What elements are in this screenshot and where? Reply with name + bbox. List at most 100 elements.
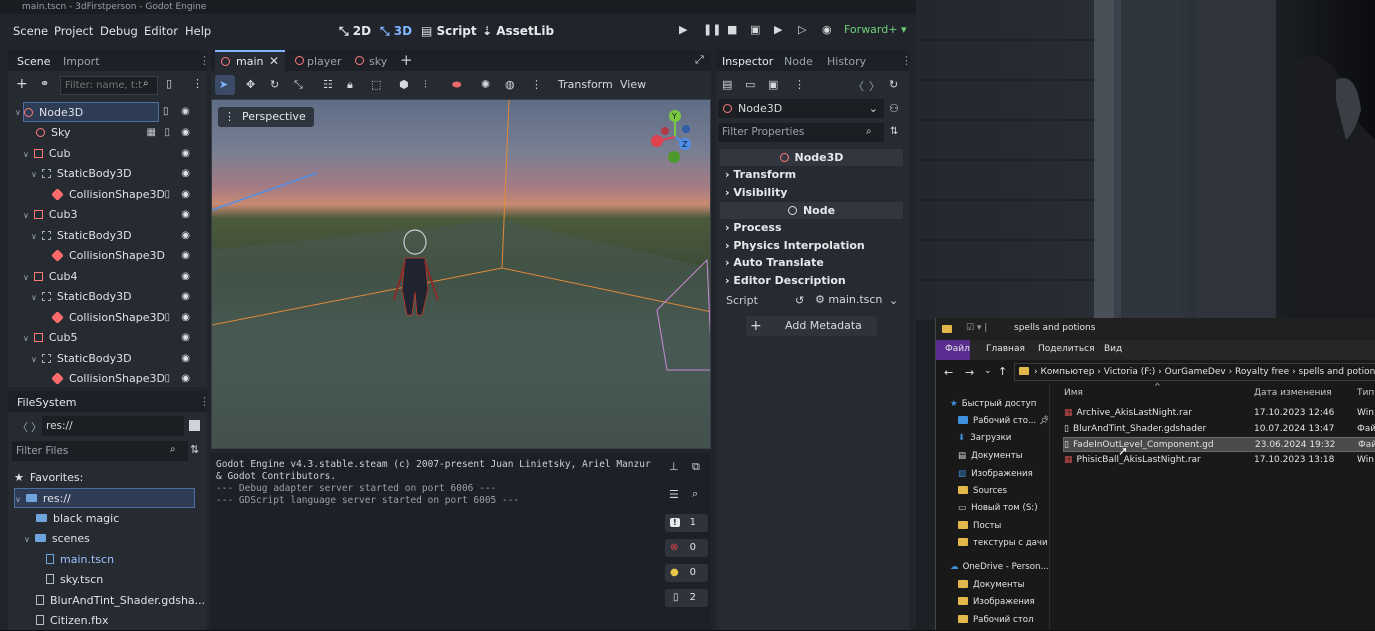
mode-assetlib-button[interactable]: ⇣ AssetLib (482, 24, 554, 38)
script-property-value[interactable]: ⚙ main.tscn (815, 293, 882, 306)
tree-row-node3d[interactable]: Node3D (23, 102, 159, 122)
up-arrow-icon[interactable]: ↑ (998, 365, 1007, 378)
back-arrow-icon[interactable]: ← (944, 366, 953, 379)
fs-item-sky-tscn[interactable]: sky.tscn (46, 570, 226, 590)
filter-files-input[interactable]: Filter Files (12, 441, 188, 461)
nav-sources[interactable]: Sources (958, 483, 1007, 500)
chevron-down-icon[interactable]: ∨ (31, 232, 37, 241)
filter-lines-icon[interactable]: ☰ (669, 488, 679, 501)
address-bar[interactable]: › Компьютер › Victoria (F:) › OurGameDev… (1014, 363, 1375, 381)
tab-filesystem[interactable]: FileSystem (17, 396, 76, 409)
object-selector[interactable]: Node3D ⌄ (718, 99, 884, 118)
warning-doc-icon[interactable]: ▯ (164, 185, 170, 205)
tree-row-collisionshape[interactable]: CollisionShape3D ▯ ◉ (51, 185, 196, 205)
menu-editor[interactable]: Editor (144, 24, 178, 38)
quick-access-toolbar[interactable]: ☑ ▾ | (966, 323, 987, 333)
revert-icon[interactable]: ↺ (795, 294, 804, 307)
new-resource-icon[interactable]: ▤ (722, 78, 732, 91)
tree-row-collisionshape[interactable]: CollisionShape3D ◉ (51, 246, 196, 266)
nav-od-desktop[interactable]: Рабочий стол (958, 612, 1033, 629)
chevron-down-icon[interactable]: ∨ (31, 293, 37, 302)
tree-row-cub3[interactable]: ∨ Cub3 ◉ (23, 205, 196, 225)
warning-doc-icon[interactable]: ▯ (164, 369, 170, 389)
save-icon[interactable]: ▣ (768, 78, 778, 91)
visibility-eye-icon[interactable]: ◉ (181, 349, 190, 369)
dock-menu-icon[interactable]: ⋮ (199, 395, 210, 408)
mode-3d-button[interactable]: ⤡ 3D (380, 24, 412, 39)
warnings-filter-button[interactable]: ● 0 (665, 564, 708, 582)
nav-desktop[interactable]: Рабочий сто... 📌︎ (958, 413, 1048, 430)
nav-od-documents[interactable]: Документы (958, 577, 1024, 594)
visibility-eye-icon[interactable]: ◉ (181, 267, 190, 287)
ribbon-share[interactable]: Поделиться (1038, 344, 1095, 354)
menu-help[interactable]: Help (185, 24, 211, 38)
close-icon[interactable]: ✕ (269, 54, 279, 68)
section-process[interactable]: › Process (725, 221, 782, 234)
tab-sky[interactable]: sky (369, 55, 387, 68)
tab-main[interactable]: main ✕ (215, 50, 285, 71)
back-arrow-icon[interactable]: 〈 (17, 419, 28, 435)
tree-row-collisionshape[interactable]: CollisionShape3D ▯ ◉ (51, 308, 196, 328)
search-icon[interactable]: ⌕ (692, 487, 698, 501)
tab-import[interactable]: Import (63, 55, 100, 68)
tree-row-cub[interactable]: ∨ Cub ◉ (23, 144, 196, 164)
column-name[interactable]: Имя (1064, 388, 1083, 398)
scale-tool-icon[interactable]: ⤡ (294, 78, 303, 92)
nav-volume-s[interactable]: ▭ Новый том (S:) (958, 500, 1038, 517)
nav-quick-access[interactable]: ★ Быстрый доступ (950, 396, 1036, 413)
fs-item-black-magic[interactable]: black magic (36, 509, 216, 529)
column-type[interactable]: Тип (1357, 388, 1374, 398)
add-metadata-button[interactable]: + Add Metadata (746, 316, 877, 336)
add-tab-icon[interactable]: + (400, 51, 413, 69)
column-date[interactable]: Дата изменения (1254, 388, 1332, 398)
history-forward-icon[interactable]: 〉 (869, 78, 880, 94)
group-icon[interactable]: ⬚ (371, 78, 381, 91)
chevron-down-icon[interactable]: ∨ (23, 150, 29, 159)
breadcrumb-item[interactable]: Компьютер (1040, 367, 1094, 377)
scene-menu-icon[interactable]: ⋮ (192, 77, 203, 90)
remote-debug-icon[interactable]: ▣ (750, 23, 760, 36)
preview-env-icon[interactable]: ⬬ (452, 78, 461, 92)
mode-script-button[interactable]: ▤ Script (421, 24, 477, 38)
recent-dropdown-icon[interactable]: ⌄ (984, 366, 992, 376)
visibility-eye-icon[interactable]: ◉ (181, 123, 190, 143)
copy-icon[interactable]: ⧉ (692, 460, 700, 474)
menu-debug[interactable]: Debug (100, 24, 138, 38)
visibility-eye-icon[interactable]: ◉ (181, 369, 190, 389)
sun-icon[interactable]: ✺ (481, 78, 490, 91)
favorites-row[interactable]: ★ Favorites: (14, 468, 194, 488)
clear-output-icon[interactable]: ⊥ (669, 460, 679, 473)
messages-filter-button[interactable]: ▯ 2 (665, 589, 708, 607)
tab-player[interactable]: player (307, 55, 342, 68)
fs-item-scenes[interactable]: ∨ scenes (24, 529, 204, 549)
dock-menu-icon[interactable]: ⋮ (199, 54, 210, 67)
path-field[interactable]: res:// (42, 416, 184, 436)
tree-row-staticbody[interactable]: ∨ StaticBody3D ◉ (31, 349, 196, 369)
add-node-icon[interactable]: + (16, 76, 28, 92)
toggle-split-icon[interactable] (189, 420, 200, 431)
breadcrumb-item[interactable]: OurGameDev (1165, 367, 1226, 377)
tree-row-collisionshape[interactable]: CollisionShape3D ▯ ◉ (51, 369, 196, 389)
section-transform[interactable]: › Transform (725, 168, 796, 181)
chevron-down-icon[interactable]: ∨ (23, 273, 29, 282)
file-row[interactable]: ▦ PhisicBall_AkisLastNight.rar 17.10.2023 … (1064, 453, 1375, 468)
file-row[interactable]: ▯ BlurAndTint_Shader.gdshader 10.07.2024 1… (1064, 422, 1375, 437)
nav-textures[interactable]: текстуры с дачи (958, 535, 1048, 552)
axis-gizmo[interactable]: Y Z (651, 110, 691, 163)
view-menu[interactable]: View (620, 78, 646, 91)
renderer-select[interactable]: Forward+ ▾ (844, 23, 906, 36)
ribbon-file[interactable]: Файл (945, 344, 970, 354)
visibility-eye-icon[interactable]: ◉ (181, 164, 190, 184)
distraction-free-icon[interactable]: ⤢ (695, 53, 704, 67)
play-scene-icon[interactable]: ▶ (774, 23, 782, 36)
ribbon-home[interactable]: Главная (986, 344, 1025, 354)
tree-row-staticbody[interactable]: ∨ StaticBody3D ◉ (31, 164, 196, 184)
transform-menu[interactable]: Transform (558, 78, 613, 91)
visibility-eye-icon[interactable]: ◉ (181, 308, 190, 328)
more-icon[interactable]: ⋮ (794, 78, 805, 91)
visibility-eye-icon[interactable]: ◉ (181, 144, 190, 164)
nav-pictures[interactable]: ▧ Изображения (958, 466, 1033, 483)
visibility-eye-icon[interactable]: ◉ (181, 226, 190, 246)
globe-icon[interactable]: ◍ (505, 78, 515, 91)
chevron-down-icon[interactable]: ∨ (31, 170, 37, 179)
